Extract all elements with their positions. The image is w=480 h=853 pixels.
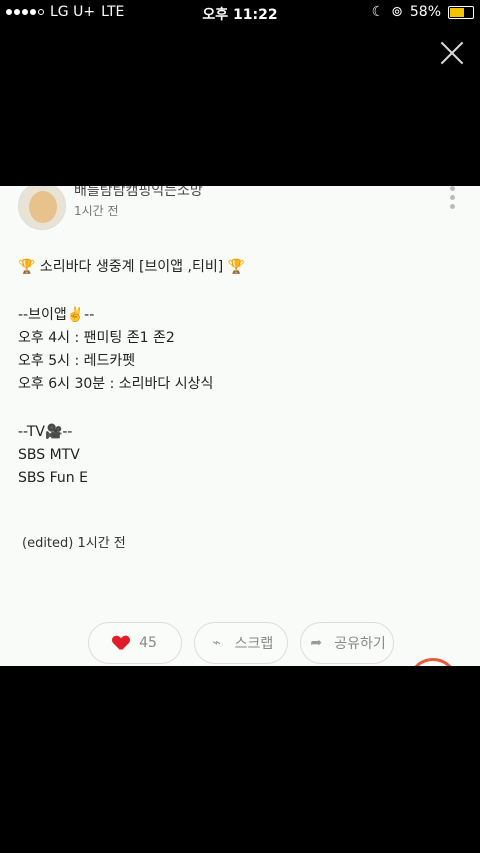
post-time: 1시간 전: [74, 204, 119, 218]
moon-icon: ☾: [371, 4, 385, 20]
post-line: 오후 6시 30분 : 소리바다 시상식: [18, 376, 214, 392]
edited-label: (edited) 1시간 전: [22, 536, 126, 551]
share-label: 공유하기: [334, 636, 386, 652]
more-options-icon[interactable]: [450, 186, 456, 209]
post-line: --브이앱✌️--: [18, 307, 95, 323]
like-button[interactable]: 45: [88, 622, 182, 664]
bottom-black-area: [0, 666, 480, 853]
orientation-lock-icon: ⊚: [391, 4, 403, 20]
paperclip-icon: ⌁: [212, 635, 221, 651]
share-button[interactable]: ➦ 공유하기: [300, 622, 394, 664]
post-line: 🏆 소리바다 생중계 [브이앱 ,티비] 🏆: [18, 259, 246, 275]
battery-icon: [448, 5, 474, 19]
author-name[interactable]: 배를탐탐캠핑익는소망: [74, 186, 203, 200]
post-card: 배를탐탐캠핑익는소망 1시간 전 🏆 소리바다 생중계 [브이앱 ,티비] 🏆 …: [0, 186, 480, 666]
post-line: 오후 4시 : 팬미팅 존1 존2: [18, 330, 175, 346]
post-actions: 45 ⌁ 스크랩 ➦ 공유하기: [88, 622, 394, 664]
floating-action-button[interactable]: [408, 658, 458, 666]
post-line: --TV🎥--: [18, 424, 73, 440]
close-button[interactable]: [439, 40, 465, 66]
status-right: ☾ ⊚ 58%: [372, 4, 474, 20]
post-line: SBS MTV: [18, 447, 80, 463]
scrap-button[interactable]: ⌁ 스크랩: [194, 622, 288, 664]
post-line: SBS Fun E: [18, 470, 88, 486]
heart-icon: [113, 636, 129, 650]
status-bar: LG U+ LTE 오후 11:22 ☾ ⊚ 58%: [0, 0, 480, 24]
post-line: 오후 5시 : 레드카펫: [18, 353, 136, 369]
share-icon: ➦: [310, 635, 323, 651]
avatar[interactable]: [18, 186, 66, 230]
like-count: 45: [139, 635, 157, 651]
scrap-label: 스크랩: [234, 636, 274, 652]
post-body: 🏆 소리바다 생중계 [브이앱 ,티비] 🏆 --브이앱✌️-- 오후 4시 :…: [18, 256, 458, 490]
battery-percent: 58%: [409, 4, 441, 20]
